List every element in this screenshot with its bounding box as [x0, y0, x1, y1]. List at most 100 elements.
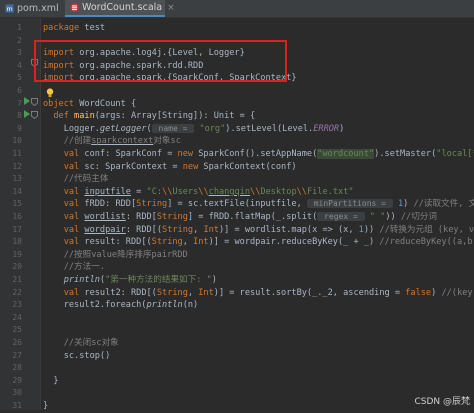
code-token: (: [146, 123, 152, 134]
code-token: (n): [182, 300, 199, 311]
code-token: changqin: [208, 186, 251, 197]
line-number: 31: [12, 401, 22, 410]
code-token: ,: [187, 287, 199, 298]
code-line: val wordlist: RDD[String] = fRDD.flatMap…: [43, 211, 437, 224]
code-token: false: [405, 287, 432, 298]
run-arrow-icon[interactable]: [23, 109, 31, 124]
code-token: wordlist: [84, 212, 126, 222]
code-token: }: [43, 401, 49, 410]
code-token: )): [385, 212, 401, 222]
code-token: )): [363, 224, 380, 235]
code-token: //关闭sc对象: [43, 338, 119, 348]
code-token: }: [43, 375, 59, 386]
parameter-hint: name =: [151, 123, 195, 133]
line-number: 4: [17, 60, 22, 70]
line-number: 30: [12, 388, 22, 398]
code-token: )] = result.sortBy(_._2, ascending =: [213, 287, 406, 298]
code-token: fRDD: RDD[: [84, 199, 137, 210]
fold-icon[interactable]: [31, 98, 38, 111]
code-token: String: [151, 237, 183, 248]
code-line: val sc: SparkContext = new SparkContext(…: [43, 161, 297, 174]
tab-pom-xml[interactable]: m pom.xml ×: [0, 0, 71, 17]
line-number: 9: [17, 123, 22, 133]
code-line: //代码主体: [43, 173, 109, 186]
code-token: //方法一.: [43, 262, 105, 273]
code-token: Desktop: [260, 186, 297, 197]
code-token: //切分词: [400, 212, 437, 222]
code-token: Int: [198, 287, 214, 298]
code-token: new: [177, 149, 199, 159]
code-token: sc.stop(): [43, 350, 111, 361]
parameter-hint: minPartitions =: [306, 199, 393, 209]
tab-label: pom.xml: [17, 3, 59, 14]
code-token: "wordcount": [317, 149, 375, 159]
code-token: )] = wordlist.map(x => (x,: [218, 224, 359, 235]
line-number: 11: [12, 149, 22, 158]
code-token: result2.foreach(: [43, 300, 147, 311]
code-token: //转换为元组 (key, value=1): [379, 224, 474, 235]
maven-file-icon: m: [5, 4, 14, 13]
code-token: val: [43, 186, 85, 197]
line-number: 21: [12, 275, 22, 284]
code-token: //reduceByKey((a,b)=>a+b): [379, 237, 474, 248]
line-number: 22: [12, 287, 22, 297]
line-number: 3: [17, 48, 22, 58]
line-number: 2: [17, 35, 22, 45]
code-token: : RDD[(: [125, 224, 163, 235]
code-token: Logger.: [43, 123, 100, 134]
line-number: 6: [17, 86, 22, 95]
line-number: 7: [17, 98, 22, 108]
code-token: WordCount: [79, 98, 126, 109]
code-token: conf: SparkConf =: [84, 149, 178, 159]
tab-wordcount-scala[interactable]: WordCount.scala ×: [65, 0, 175, 17]
line-number: 26: [12, 338, 22, 347]
code-token: object: [43, 98, 80, 109]
editor-tab-bar: m pom.xml × WordCount.scala ×: [0, 0, 474, 18]
code-token: String: [156, 287, 188, 298]
code-token: package: [43, 23, 85, 33]
code-token: " ": [364, 212, 386, 222]
code-token: \\: [296, 186, 307, 197]
code-token: {: [125, 98, 137, 109]
code-token: main: [74, 111, 95, 122]
line-number: 23: [12, 300, 22, 310]
code-token: sc: SparkContext =: [84, 161, 183, 172]
code-token: String: [162, 224, 194, 235]
code-token: ,: [182, 237, 194, 248]
code-token: "local[*]": [436, 149, 474, 159]
line-number: 17: [12, 224, 22, 234]
code-token: \\: [250, 186, 261, 197]
code-token: result: RDD[(: [84, 237, 152, 248]
line-number: 27: [12, 350, 22, 360]
close-icon[interactable]: ×: [167, 3, 175, 13]
code-token: "C:: [146, 186, 163, 197]
code-token: new: [182, 161, 204, 172]
csdn-watermark: CSDN @辰梵: [414, 397, 470, 407]
code-token: ): [339, 123, 345, 134]
code-token: val: [43, 224, 85, 235]
code-line: val fRDD: RDD[String] = sc.textFile(inpu…: [43, 198, 474, 211]
code-line: //按照value降序排序pairRDD: [43, 249, 188, 262]
code-token: //(key,value)._2: [441, 287, 474, 298]
code-token: val: [43, 287, 85, 298]
scala-file-icon: [70, 3, 79, 12]
code-token: //读取文件, 文件会被分成 1 个分区: [413, 199, 474, 210]
code-token: val: [43, 161, 85, 172]
line-number: 15: [12, 199, 22, 209]
code-token: SparkConf().setAppName(: [198, 149, 318, 159]
code-token: sparkcontext: [91, 136, 154, 147]
import-highlight-box: [34, 40, 287, 82]
code-line: //关闭sc对象: [43, 337, 119, 350]
code-line: result2.foreach(println(n): [43, 299, 199, 312]
code-token: ): [211, 275, 217, 285]
fold-icon[interactable]: [31, 111, 38, 124]
code-token: ERROR: [313, 123, 340, 134]
code-line: Logger.getLogger( name = "org").setLevel…: [43, 123, 344, 136]
code-token: ,: [193, 224, 204, 235]
code-token: String: [156, 212, 188, 222]
line-number: 8: [17, 111, 22, 121]
code-token: : RDD[: [125, 212, 157, 222]
lightbulb-icon[interactable]: [46, 83, 54, 98]
line-number: 13: [12, 174, 22, 184]
